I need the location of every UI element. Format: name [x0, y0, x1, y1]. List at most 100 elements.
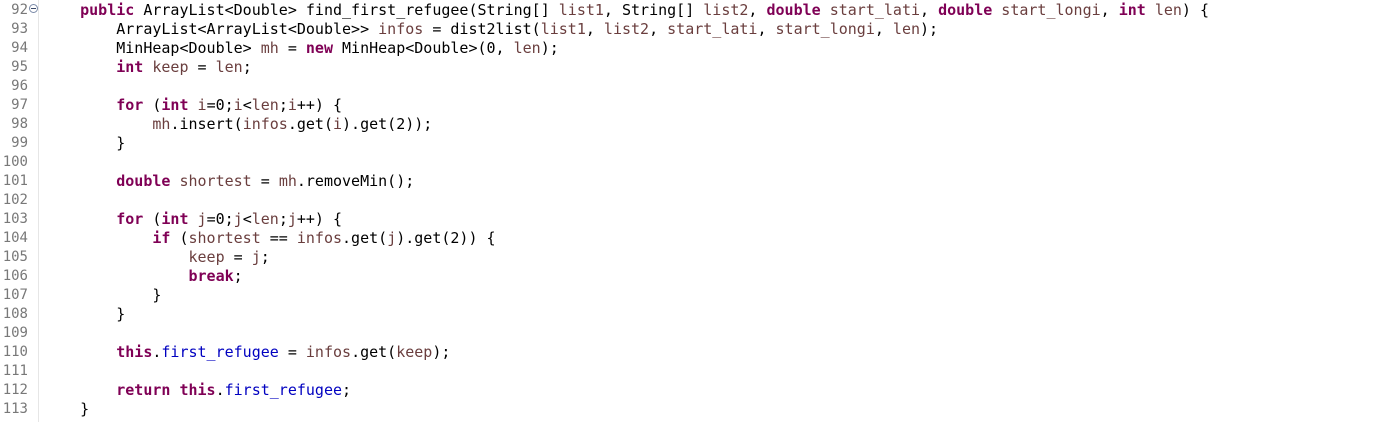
code-token: ,: [748, 1, 767, 19]
code-editor[interactable]: 92 public ArrayList<Double> find_first_r…: [0, 0, 1394, 422]
code-line[interactable]: 92 public ArrayList<Double> find_first_r…: [0, 1, 1394, 20]
code-text: for (int i=0;i<len;i++) {: [44, 96, 342, 115]
code-text: }: [44, 305, 125, 324]
code-text: }: [44, 134, 125, 153]
variable-token: infos: [378, 20, 424, 38]
keyword-token: int: [161, 210, 189, 228]
line-number: 105: [2, 249, 28, 265]
line-number: 103: [2, 211, 28, 227]
code-line[interactable]: 97 for (int i=0;i<len;i++) {: [0, 96, 1394, 115]
keyword-token: double: [116, 172, 171, 190]
code-line[interactable]: 109: [0, 324, 1394, 343]
code-text: double shortest = mh.removeMin();: [44, 172, 414, 191]
code-line[interactable]: 102: [0, 191, 1394, 210]
keyword-token: this: [116, 343, 153, 361]
keyword-token: return: [116, 381, 171, 399]
variable-token: len: [1154, 1, 1182, 19]
code-token: =: [278, 39, 306, 57]
code-text: ArrayList<ArrayList<Double>> infos = dis…: [44, 20, 938, 39]
code-token: .insert(: [170, 115, 243, 133]
code-line[interactable]: 99 }: [0, 134, 1394, 153]
code-token: .get(: [351, 343, 397, 361]
line-number: 94: [11, 40, 28, 56]
line-number: 108: [2, 306, 28, 322]
collapse-icon[interactable]: [29, 4, 38, 13]
code-line[interactable]: 106 break;: [0, 267, 1394, 286]
code-line[interactable]: 110 this.first_refugee = infos.get(keep)…: [0, 343, 1394, 362]
code-token: = dist2list(: [423, 20, 541, 38]
code-line[interactable]: 112 return this.first_refugee;: [0, 381, 1394, 400]
code-token: (: [170, 229, 189, 247]
line-number: 110: [2, 344, 28, 360]
variable-token: keep: [152, 58, 189, 76]
line-number: 99: [11, 135, 28, 151]
variable-token: start_lati: [829, 1, 921, 19]
code-line[interactable]: 94 MinHeap<Double> mh = new MinHeap<Doub…: [0, 39, 1394, 58]
code-text: if (shortest == infos.get(j).get(2)) {: [44, 229, 496, 248]
variable-token: mh: [260, 39, 279, 57]
code-line[interactable]: 95 int keep = len;: [0, 58, 1394, 77]
code-token: ).get(2)) {: [396, 229, 496, 247]
variable-token: list2: [703, 1, 749, 19]
code-token: (: [143, 210, 162, 228]
line-number: 113: [2, 401, 28, 417]
variable-token: shortest: [188, 229, 261, 247]
keyword-token: break: [188, 267, 234, 285]
code-token: ,: [920, 1, 939, 19]
code-line[interactable]: 96: [0, 77, 1394, 96]
code-text: return this.first_refugee;: [44, 381, 351, 400]
line-number: 106: [2, 268, 28, 284]
line-number: 92: [11, 2, 28, 18]
line-number: 107: [2, 287, 28, 303]
variable-token: j: [287, 210, 297, 228]
code-text: }: [44, 400, 89, 419]
code-line[interactable]: 105 keep = j;: [0, 248, 1394, 267]
code-token: ).get(2));: [342, 115, 433, 133]
variable-token: infos: [305, 343, 352, 361]
code-token: ArrayList<Double> find_first_refugee(Str…: [134, 1, 559, 19]
code-token: ArrayList<ArrayList<Double>>: [44, 20, 379, 38]
keyword-token: int: [116, 58, 144, 76]
variable-token: len: [251, 96, 279, 114]
variable-token: i: [333, 115, 343, 133]
code-text: break;: [44, 267, 243, 286]
code-token: =: [224, 248, 252, 266]
keyword-token: double: [938, 1, 993, 19]
code-line[interactable]: 108 }: [0, 305, 1394, 324]
line-number: 100: [2, 154, 28, 170]
variable-token: start_longi: [775, 20, 875, 38]
variable-token: len: [513, 39, 541, 57]
code-line[interactable]: 113 }: [0, 400, 1394, 419]
code-line[interactable]: 103 for (int j=0;j<len;j++) {: [0, 210, 1394, 229]
code-token: ++) {: [296, 210, 343, 228]
code-token: ,: [649, 20, 668, 38]
code-line[interactable]: 104 if (shortest == infos.get(j).get(2))…: [0, 229, 1394, 248]
code-line[interactable]: 98 mh.insert(infos.get(i).get(2));: [0, 115, 1394, 134]
variable-token: start_lati: [667, 20, 758, 38]
code-token: =0;: [206, 96, 234, 114]
code-line[interactable]: 93 ArrayList<ArrayList<Double>> infos = …: [0, 20, 1394, 39]
variable-token: i: [197, 96, 207, 114]
variable-token: mh: [152, 115, 171, 133]
code-token: );: [920, 20, 939, 38]
code-line[interactable]: 101 double shortest = mh.removeMin();: [0, 172, 1394, 191]
variable-token: len: [215, 58, 243, 76]
code-token: }: [44, 286, 162, 304]
code-token: (: [143, 96, 162, 114]
field-token: first_refugee: [224, 381, 343, 399]
keyword-token: new: [305, 39, 333, 57]
code-line[interactable]: 100: [0, 153, 1394, 172]
code-line[interactable]: 107 }: [0, 286, 1394, 305]
code-text: keep = j;: [44, 248, 270, 267]
code-token: }: [44, 134, 126, 152]
code-token: ,: [585, 20, 604, 38]
code-line[interactable]: 111: [0, 362, 1394, 381]
line-number: 93: [11, 21, 28, 37]
line-number: 96: [11, 78, 28, 94]
